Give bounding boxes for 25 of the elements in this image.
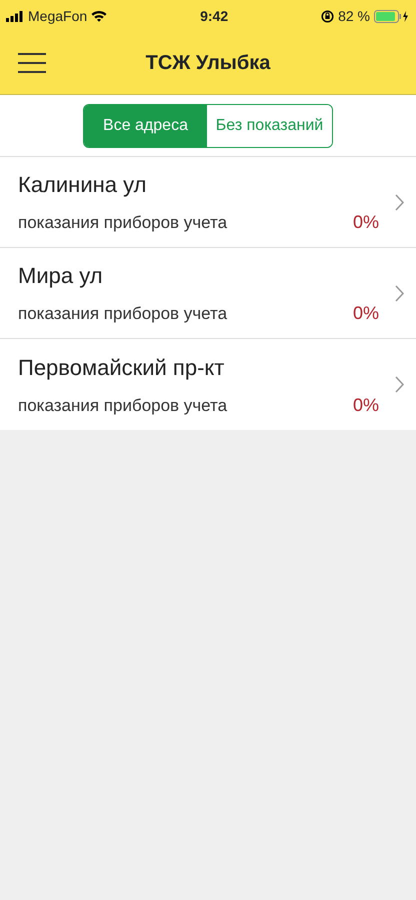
- address-subtitle: показания приборов учета: [18, 303, 228, 325]
- carrier-name: MegaFon: [28, 6, 88, 26]
- address-row[interactable]: Первомайский пр-кт показания приборов учета 0%: [0, 339, 416, 430]
- readings-percent: 0%: [352, 302, 379, 325]
- address-subtitle: показания приборов учета: [18, 394, 228, 416]
- signal-icon: [6, 10, 24, 22]
- battery-percent: 82 %: [338, 6, 370, 26]
- battery-charging-icon: [374, 10, 410, 22]
- address-row[interactable]: Мира ул показания приборов учета 0%: [0, 248, 416, 339]
- rotation-lock-icon: [321, 10, 334, 22]
- filter-tab[interactable]: Все адреса: [84, 104, 207, 146]
- address-name: Первомайский пр-кт: [18, 354, 226, 382]
- chevron-icon: [395, 376, 404, 393]
- readings-percent: 0%: [352, 394, 379, 416]
- screen-title: ТСЖ Улыбка: [146, 51, 270, 76]
- address-row[interactable]: Калинина ул показания приборов учета 0%: [0, 157, 416, 248]
- chevron-icon: [395, 194, 404, 210]
- readings-percent: 0%: [352, 211, 379, 234]
- address-name: Мира ул: [18, 262, 104, 290]
- address-name: Калинина ул: [18, 171, 148, 199]
- chevron-icon: [395, 284, 404, 302]
- address-subtitle: показания приборов учета: [18, 212, 228, 234]
- wifi-icon: [91, 10, 108, 22]
- clock-time: 9:42: [200, 6, 228, 26]
- menu-button[interactable]: [18, 53, 46, 73]
